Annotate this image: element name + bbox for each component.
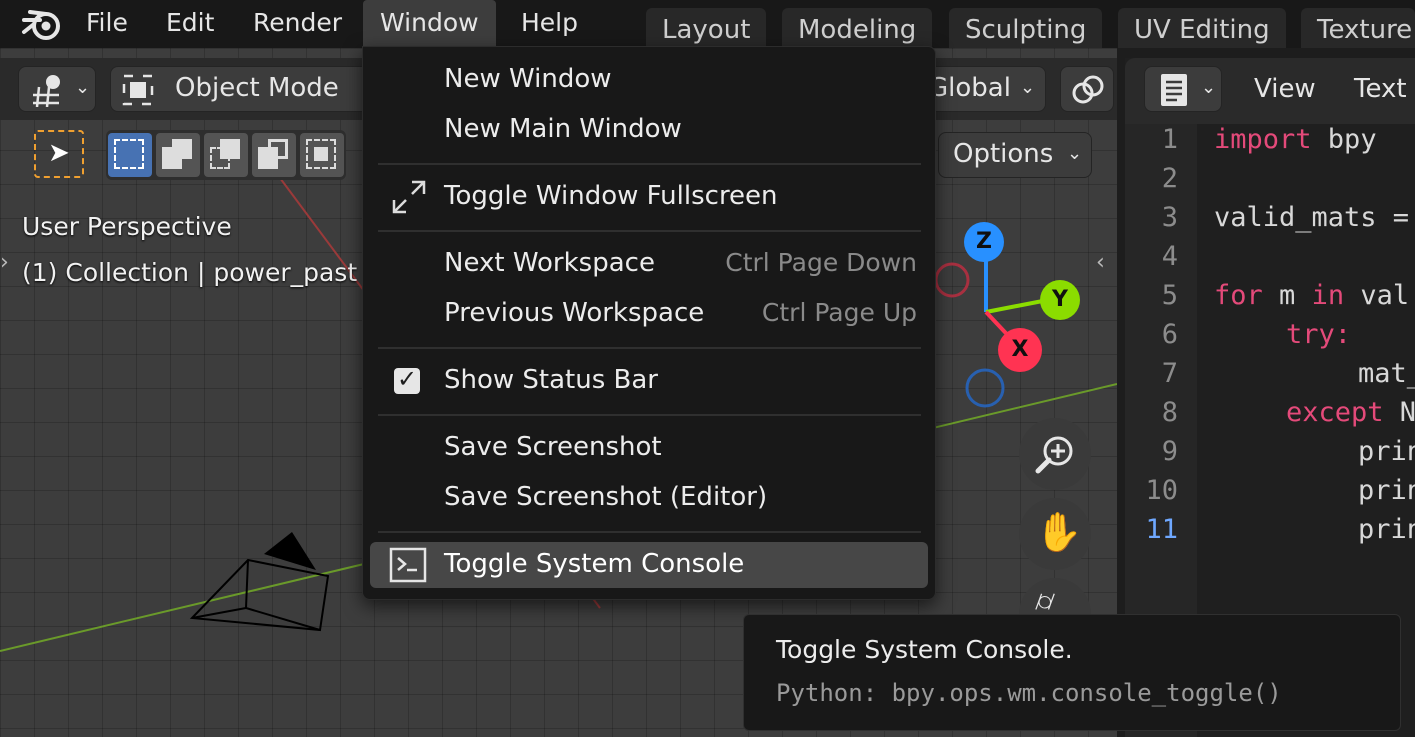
menu-item-save-screenshot[interactable]: Save Screenshot	[444, 432, 662, 462]
link-icon	[1072, 75, 1104, 104]
menu-window[interactable]: Window	[363, 0, 496, 46]
tab-uv-editing[interactable]: UV Editing	[1118, 8, 1286, 48]
top-bar: File Edit Render Window Help Layout Mode…	[0, 0, 1415, 48]
menu-separator	[378, 347, 921, 349]
object-mode-dropdown[interactable]: Object Mode	[110, 66, 372, 112]
axis-y-ball[interactable]: Y	[1040, 280, 1080, 320]
menu-separator	[378, 531, 921, 533]
select-tool-button[interactable]: ➤	[34, 130, 84, 178]
code-line[interactable]: try:	[1286, 319, 1351, 350]
menu-item-toggle-window-fullscreen[interactable]: Toggle Window Fullscreen	[444, 181, 778, 211]
menu-separator	[378, 163, 921, 165]
line-number: 4	[1161, 241, 1178, 272]
line-number: 6	[1161, 319, 1178, 350]
menu-help[interactable]: Help	[521, 0, 578, 46]
menu-item-next-workspace[interactable]: Next Workspace	[444, 248, 655, 278]
menu-item-new-window[interactable]: New Window	[444, 64, 612, 94]
line-number: 10	[1145, 475, 1178, 506]
line-number: 1	[1161, 124, 1178, 155]
text-document-icon	[1161, 74, 1187, 106]
status-bar-checkbox[interactable]: ✓	[394, 365, 420, 394]
tab-texture[interactable]: Texture	[1301, 8, 1415, 48]
tooltip: Toggle System Console. Python: bpy.ops.w…	[743, 614, 1401, 731]
camera-icon: ⌭	[1035, 584, 1056, 617]
menu-item-show-status-bar[interactable]: Show Status Bar	[444, 365, 658, 395]
code-line[interactable]: mat_	[1358, 358, 1415, 389]
code-line[interactable]: for m in val	[1214, 280, 1409, 311]
menu-render[interactable]: Render	[253, 0, 342, 46]
pan-button[interactable]: ✋	[1019, 498, 1091, 570]
select-extend-icon[interactable]	[156, 133, 200, 177]
options-label: Options	[953, 139, 1054, 169]
shortcut-next-workspace: Ctrl Page Down	[725, 248, 917, 277]
menu-edit[interactable]: Edit	[166, 0, 214, 46]
tab-sculpting[interactable]: Sculpting	[949, 8, 1103, 48]
text-menu-text[interactable]: Text	[1354, 74, 1407, 104]
chevron-down-icon: ⌄	[1067, 143, 1083, 164]
chevron-down-icon: ⌄	[1201, 77, 1217, 98]
camera-object[interactable]	[189, 532, 330, 632]
sidebar-expand-arrow-icon[interactable]: ‹	[1096, 250, 1105, 275]
tooltip-title: Toggle System Console.	[776, 635, 1073, 664]
tab-layout[interactable]: Layout	[646, 8, 767, 48]
object-mode-label: Object Mode	[175, 73, 339, 103]
select-difference-icon[interactable]	[252, 133, 296, 177]
object-mode-icon	[122, 74, 154, 106]
menu-item-save-screenshot-editor[interactable]: Save Screenshot (Editor)	[444, 482, 767, 512]
console-icon	[389, 547, 427, 583]
text-menu-view[interactable]: View	[1254, 74, 1316, 104]
hand-icon: ✋	[1035, 510, 1083, 554]
shortcut-previous-workspace: Ctrl Page Up	[761, 298, 917, 327]
tooltip-python: Python: bpy.ops.wm.console_toggle()	[776, 679, 1282, 707]
menu-separator	[378, 414, 921, 416]
menu-separator	[378, 230, 921, 232]
toolbar-expand-arrow-icon[interactable]: ›	[0, 250, 9, 275]
collection-label: (1) Collection | power_past	[22, 258, 358, 287]
zoom-button[interactable]	[1019, 418, 1091, 490]
code-line[interactable]: prin	[1358, 514, 1415, 545]
code-line[interactable]: import bpy	[1214, 124, 1377, 155]
viewport-editor-icon	[33, 75, 60, 107]
line-number: 9	[1161, 436, 1178, 467]
menu-file[interactable]: File	[86, 0, 128, 46]
line-number: 8	[1161, 397, 1178, 428]
editor-type-button[interactable]: ⌄	[18, 66, 96, 112]
axis-z-ball[interactable]: Z	[964, 222, 1004, 262]
line-number: 5	[1161, 280, 1178, 311]
tab-modeling[interactable]: Modeling	[782, 8, 933, 48]
line-number-current: 11	[1145, 514, 1178, 545]
code-line[interactable]: prin	[1358, 436, 1415, 467]
cursor-arrow-icon: ➤	[48, 138, 70, 168]
line-number: 7	[1161, 358, 1178, 389]
select-new-icon[interactable]	[108, 133, 152, 177]
perspective-label: User Perspective	[22, 212, 232, 241]
checkmark-icon: ✓	[397, 365, 418, 393]
chevron-down-icon: ⌄	[1020, 77, 1036, 98]
chevron-down-icon: ⌄	[75, 77, 91, 98]
transform-orientation-dropdown[interactable]: Global ⌄	[928, 66, 1046, 112]
options-dropdown[interactable]: Options ⌄	[938, 132, 1092, 178]
select-intersect-icon[interactable]	[300, 133, 344, 177]
line-number: 3	[1161, 202, 1178, 233]
menu-item-previous-workspace[interactable]: Previous Workspace	[444, 298, 704, 328]
blender-logo-icon[interactable]	[20, 6, 66, 42]
zoom-in-icon	[1035, 436, 1073, 474]
select-subtract-icon[interactable]	[204, 133, 248, 177]
text-editor-type-button[interactable]: ⌄	[1144, 66, 1222, 112]
menu-item-new-main-window[interactable]: New Main Window	[444, 114, 682, 144]
code-line[interactable]: prin	[1358, 475, 1415, 506]
line-number: 2	[1161, 163, 1178, 194]
transform-pivot-button[interactable]	[1060, 66, 1114, 112]
orientation-label: Global	[928, 73, 1011, 103]
fullscreen-icon	[392, 180, 426, 214]
code-line[interactable]: valid_mats =	[1214, 202, 1409, 233]
selection-mode-group	[106, 130, 346, 180]
code-line[interactable]: except N	[1286, 397, 1415, 428]
menu-item-toggle-system-console[interactable]: Toggle System Console	[444, 549, 744, 579]
axis-x-ball[interactable]: X	[998, 328, 1042, 372]
